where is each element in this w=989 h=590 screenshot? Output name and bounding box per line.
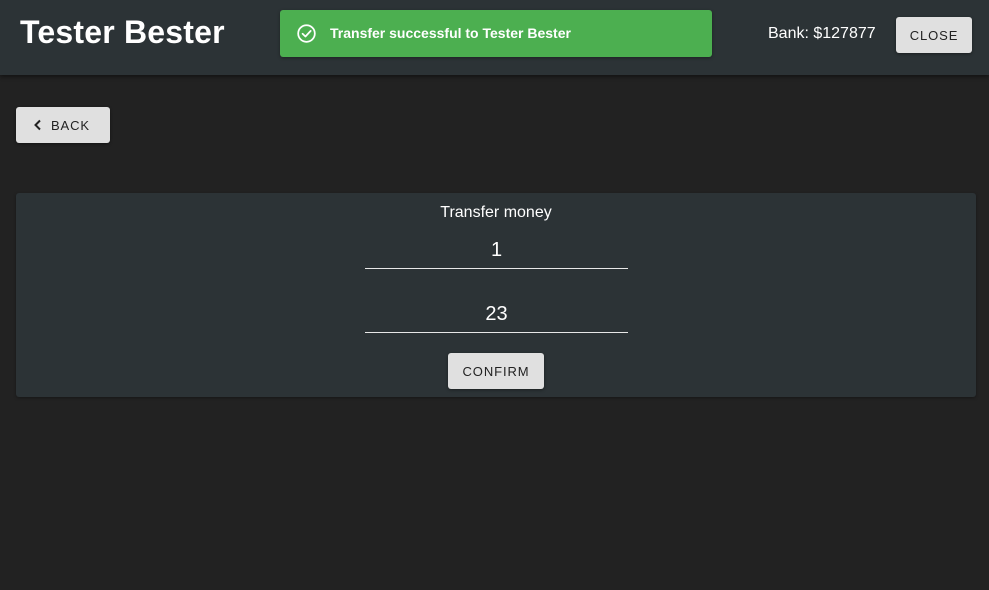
check-circle-icon (297, 24, 316, 43)
amount-field[interactable] (365, 232, 628, 269)
transfer-title: Transfer money (440, 204, 552, 221)
close-button[interactable]: CLOSE (896, 17, 972, 53)
recipient-field[interactable] (365, 296, 628, 333)
success-toast: Transfer successful to Tester Bester (280, 10, 712, 57)
amount-input[interactable] (365, 232, 628, 268)
page-title: Tester Bester (20, 14, 225, 50)
toast-message: Transfer successful to Tester Bester (330, 25, 571, 41)
chevron-left-icon (34, 119, 41, 131)
confirm-button-label: CONFIRM (462, 363, 530, 379)
app-header: Tester Bester Transfer successful to Tes… (0, 0, 989, 75)
bank-balance: Bank: $127877 (768, 25, 876, 42)
back-button-label: BACK (50, 117, 90, 133)
confirm-button[interactable]: CONFIRM (448, 353, 544, 389)
back-button[interactable]: BACK (16, 107, 110, 143)
transfer-card: Transfer money CONFIRM (16, 193, 976, 397)
close-button-label: CLOSE (909, 27, 959, 43)
recipient-input[interactable] (365, 296, 628, 332)
